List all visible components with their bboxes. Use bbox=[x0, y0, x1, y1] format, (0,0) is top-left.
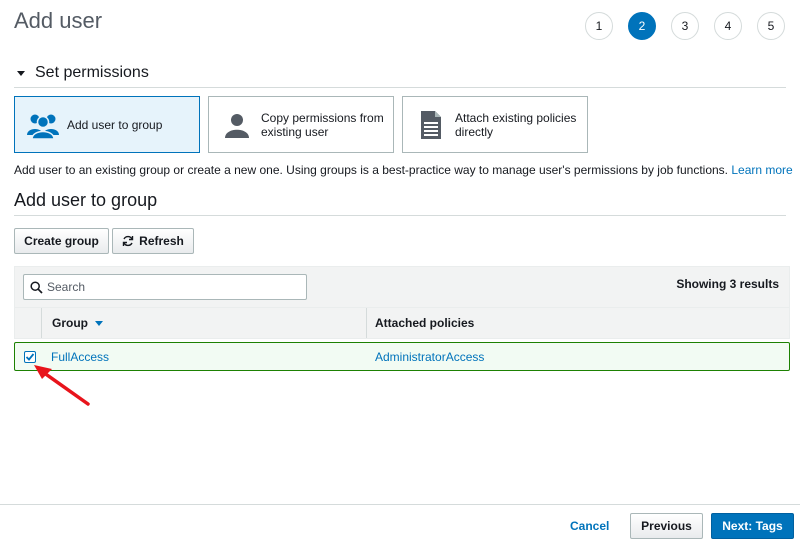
refresh-button[interactable]: Refresh bbox=[112, 228, 194, 254]
option-label: Add user to group bbox=[67, 117, 163, 132]
caret-down-icon[interactable] bbox=[17, 71, 25, 76]
results-count: Showing 3 results bbox=[676, 277, 779, 291]
refresh-icon bbox=[122, 235, 134, 247]
learn-more-link[interactable]: Learn more bbox=[731, 163, 792, 177]
group-column-header[interactable]: Group bbox=[42, 308, 367, 338]
previous-button[interactable]: Previous bbox=[630, 513, 703, 539]
step-4[interactable]: 4 bbox=[714, 12, 742, 40]
select-column-header bbox=[15, 308, 42, 338]
refresh-label: Refresh bbox=[139, 234, 184, 248]
cancel-button[interactable]: Cancel bbox=[570, 519, 609, 533]
step-5[interactable]: 5 bbox=[757, 12, 785, 40]
next-button[interactable]: Next: Tags bbox=[711, 513, 794, 539]
policies-column-header[interactable]: Attached policies bbox=[367, 308, 474, 338]
permissions-description: Add user to an existing group or create … bbox=[14, 163, 793, 177]
option-copy-permissions[interactable]: Copy permissions from existing user bbox=[208, 96, 394, 153]
groups-table: Showing 3 results Group Attached policie… bbox=[14, 266, 790, 371]
table-row[interactable]: FullAccess AdministratorAccess bbox=[14, 342, 790, 371]
step-1[interactable]: 1 bbox=[585, 12, 613, 40]
set-permissions-header[interactable]: Set permissions bbox=[14, 64, 786, 88]
wizard-footer: Cancel Previous Next: Tags bbox=[0, 504, 800, 540]
section-title: Set permissions bbox=[35, 64, 149, 81]
users-group-icon bbox=[25, 107, 61, 143]
row-checkbox[interactable] bbox=[24, 350, 36, 363]
search-input[interactable] bbox=[47, 280, 287, 294]
table-toolbar: Showing 3 results bbox=[14, 266, 790, 308]
checkmark-icon bbox=[25, 352, 35, 361]
search-box[interactable] bbox=[23, 274, 307, 300]
step-3[interactable]: 3 bbox=[671, 12, 699, 40]
create-group-button[interactable]: Create group bbox=[14, 228, 109, 254]
document-icon bbox=[413, 107, 449, 143]
wizard-steps: 1 2 3 4 5 bbox=[585, 12, 800, 40]
option-label: Attach existing policies directly bbox=[455, 110, 577, 139]
add-to-group-header: Add user to group bbox=[14, 190, 786, 216]
annotation-arrow-icon bbox=[34, 365, 90, 406]
permission-options: Add user to group Copy permissions from … bbox=[14, 96, 596, 153]
description-text: Add user to an existing group or create … bbox=[14, 163, 728, 177]
option-attach-policies[interactable]: Attach existing policies directly bbox=[402, 96, 588, 153]
group-column-label: Group bbox=[52, 316, 88, 330]
page-title: Add user bbox=[14, 8, 103, 33]
option-label: Copy permissions from existing user bbox=[261, 110, 384, 139]
search-icon bbox=[30, 280, 43, 294]
sort-down-icon[interactable] bbox=[95, 320, 103, 326]
user-icon bbox=[219, 107, 255, 143]
table-header: Group Attached policies bbox=[14, 308, 790, 339]
section-subtitle: Add user to group bbox=[14, 190, 158, 210]
option-add-user-to-group[interactable]: Add user to group bbox=[14, 96, 200, 153]
step-2-current: 2 bbox=[628, 12, 656, 40]
attached-policy-link[interactable]: AdministratorAccess bbox=[375, 350, 484, 364]
